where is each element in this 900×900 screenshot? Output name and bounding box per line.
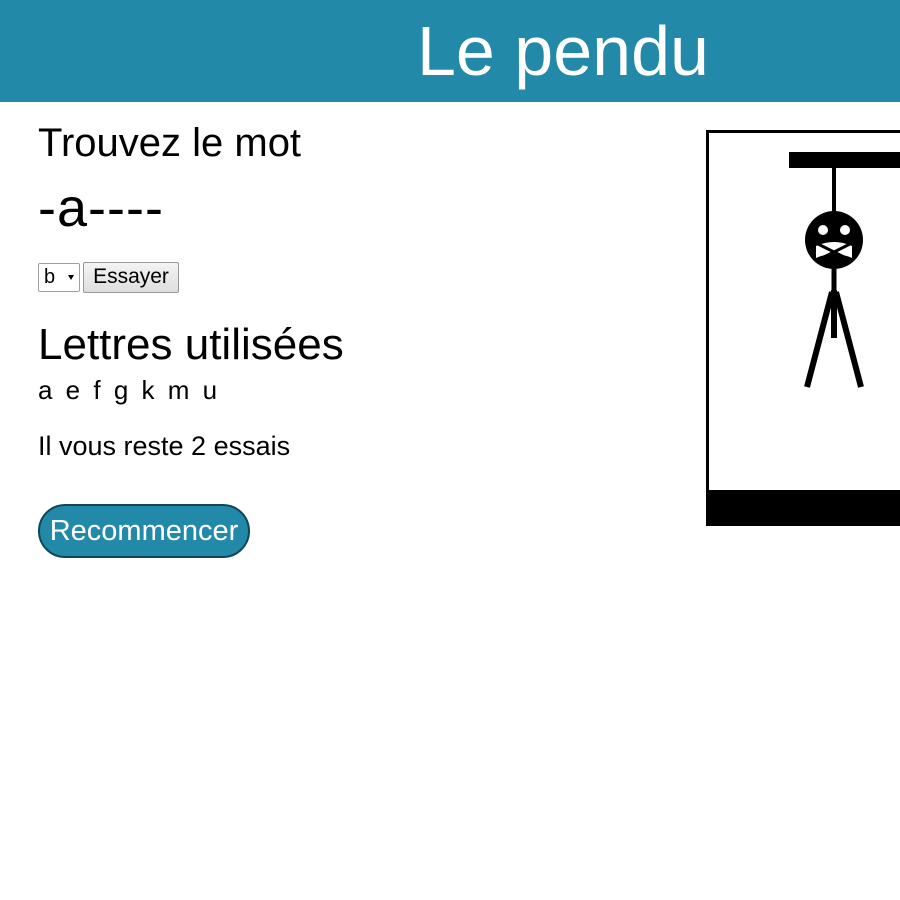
find-word-heading: Trouvez le mot xyxy=(38,121,302,165)
used-letters-heading: Lettres utilisées xyxy=(38,320,344,369)
chevron-down-icon xyxy=(68,275,74,280)
restart-button[interactable]: Recommencer xyxy=(38,504,250,558)
hangman-left-eye xyxy=(818,225,828,235)
hangman-head xyxy=(805,211,863,269)
try-button[interactable]: Essayer xyxy=(83,262,179,293)
hangman-right-leg xyxy=(833,291,864,388)
hangman-left-leg xyxy=(804,291,835,388)
site-header: Le pendu xyxy=(0,0,900,102)
hangman-right-eye xyxy=(840,225,850,235)
hangman-drawing xyxy=(706,130,900,526)
masked-word: -a---- xyxy=(38,178,164,238)
used-letters-list: a e f g k m u xyxy=(38,375,221,405)
gallows-frame xyxy=(706,130,900,526)
gallows-base xyxy=(707,490,900,526)
selected-letter: b xyxy=(44,266,56,288)
letter-select[interactable]: b xyxy=(38,263,80,292)
gallows-beam xyxy=(789,152,900,168)
page-title: Le pendu xyxy=(417,12,709,90)
remaining-attempts: Il vous reste 2 essais xyxy=(38,431,291,461)
